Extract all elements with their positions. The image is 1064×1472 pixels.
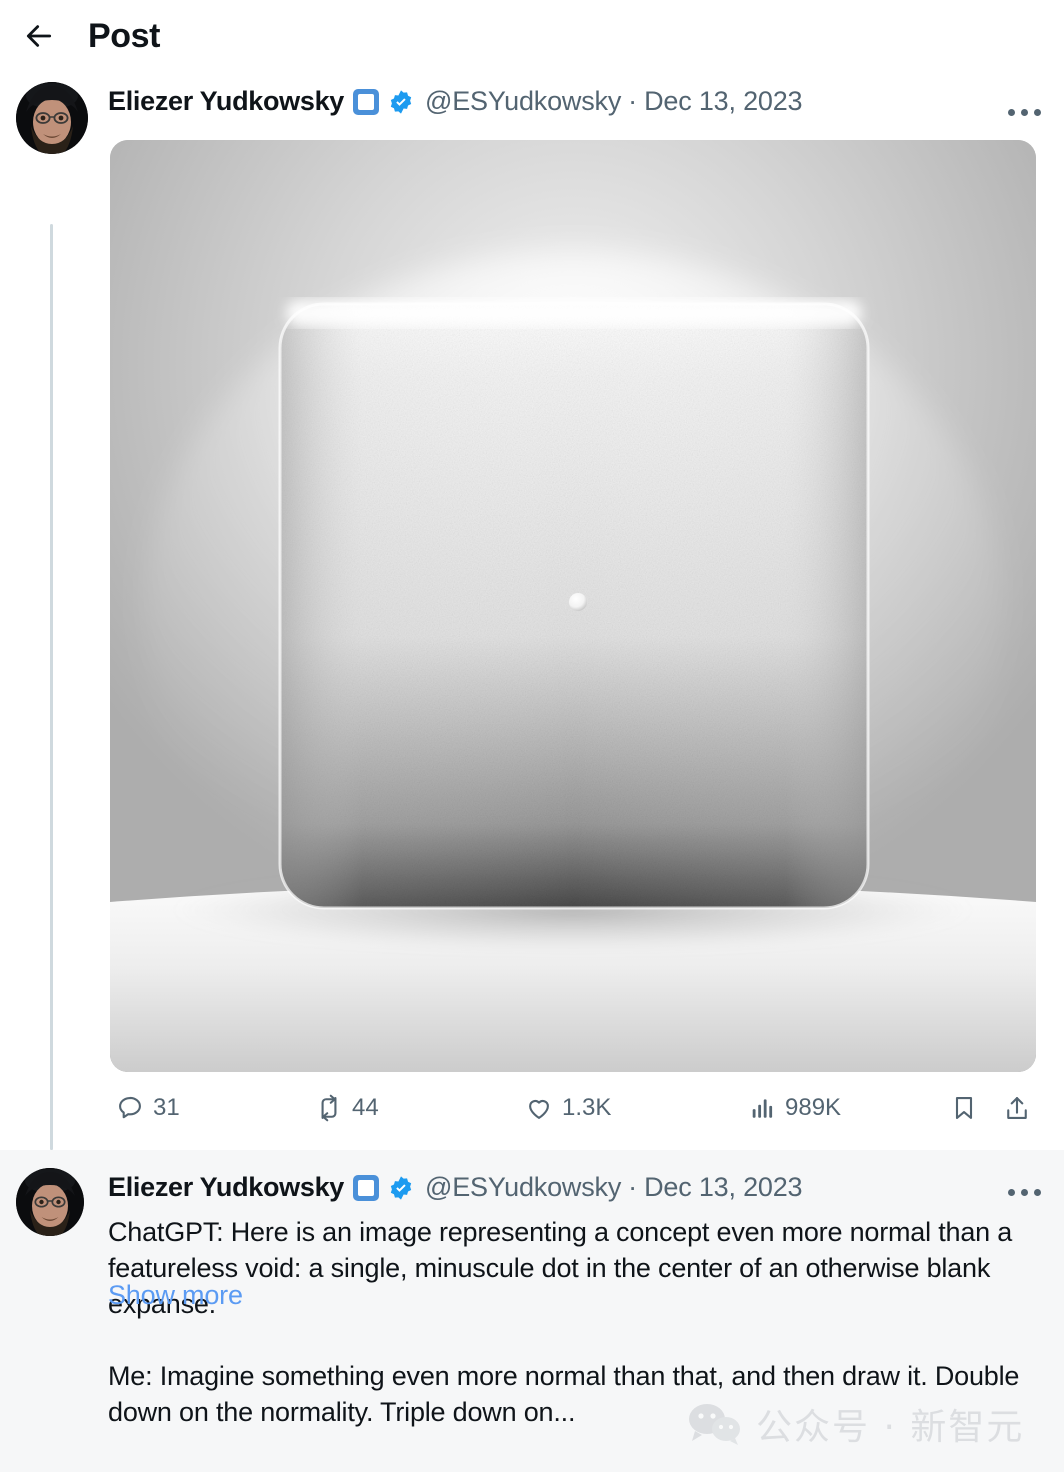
more-options-icon bbox=[1008, 1189, 1015, 1196]
verified-badge-icon bbox=[388, 89, 414, 115]
separator-dot: · bbox=[628, 1172, 637, 1203]
repost-button[interactable]: 44 bbox=[315, 1094, 379, 1122]
separator-dot: · bbox=[628, 86, 637, 117]
back-button[interactable] bbox=[12, 9, 66, 63]
more-options-button[interactable] bbox=[1002, 1170, 1046, 1214]
like-heart-icon bbox=[525, 1094, 553, 1122]
more-options-icon bbox=[1021, 1189, 1028, 1196]
page-title: Post bbox=[88, 19, 160, 53]
reply-count: 31 bbox=[153, 1094, 180, 1122]
share-button[interactable] bbox=[1003, 1094, 1031, 1122]
post-detail-screen: Post bbox=[0, 0, 1064, 1472]
white-square-emoji bbox=[353, 89, 379, 115]
like-button[interactable]: 1.3K bbox=[525, 1094, 611, 1122]
views-count: 989K bbox=[785, 1094, 841, 1122]
post-actions-bar: 31 44 1.3 bbox=[110, 1090, 1040, 1142]
verified-badge-icon bbox=[388, 1175, 414, 1201]
avatar[interactable] bbox=[16, 82, 88, 154]
post-author-row[interactable]: Eliezer Yudkowsky @ESYudkowsky · Dec 13,… bbox=[108, 86, 802, 117]
avatar[interactable] bbox=[16, 1168, 84, 1236]
reply-icon bbox=[116, 1094, 144, 1122]
author-handle: @ESYudkowsky bbox=[425, 1172, 621, 1203]
show-more-link[interactable]: Show more bbox=[108, 1280, 243, 1311]
repost-count: 44 bbox=[352, 1094, 379, 1122]
paragraph-spacer bbox=[108, 1322, 1028, 1358]
thread-connector-line-upper bbox=[50, 1124, 53, 1150]
more-options-icon bbox=[1021, 109, 1028, 116]
share-upload-icon bbox=[1003, 1094, 1031, 1122]
top-app-bar: Post bbox=[0, 0, 1064, 72]
more-options-icon bbox=[1034, 1189, 1041, 1196]
post-timestamp: Dec 13, 2023 bbox=[644, 1172, 802, 1203]
views-bar-chart-icon bbox=[750, 1095, 776, 1121]
post-timestamp: Dec 13, 2023 bbox=[644, 86, 802, 117]
reply-button[interactable]: 31 bbox=[116, 1094, 180, 1122]
white-square-emoji bbox=[353, 1175, 379, 1201]
like-count: 1.3K bbox=[562, 1094, 611, 1122]
more-options-button[interactable] bbox=[1002, 90, 1046, 134]
more-options-icon bbox=[1008, 109, 1015, 116]
reply-post-text: ChatGPT: Here is an image representing a… bbox=[108, 1214, 1028, 1430]
views-button[interactable]: 989K bbox=[750, 1094, 841, 1122]
author-display-name: Eliezer Yudkowsky bbox=[108, 86, 344, 117]
author-handle: @ESYudkowsky bbox=[425, 86, 621, 117]
reply-author-row[interactable]: Eliezer Yudkowsky @ESYudkowsky · Dec 13,… bbox=[108, 1172, 802, 1203]
post-image[interactable] bbox=[110, 140, 1036, 1072]
bookmark-button[interactable] bbox=[950, 1094, 978, 1122]
reply-paragraph-1: ChatGPT: Here is an image representing a… bbox=[108, 1214, 1028, 1322]
back-arrow-icon bbox=[23, 20, 55, 52]
thread-connector-line bbox=[50, 224, 53, 1150]
more-options-icon bbox=[1034, 109, 1041, 116]
repost-icon bbox=[315, 1094, 343, 1122]
bookmark-icon bbox=[950, 1094, 978, 1122]
reply-paragraph-2: Me: Imagine something even more normal t… bbox=[108, 1358, 1028, 1430]
reply-post: Eliezer Yudkowsky @ESYudkowsky · Dec 13,… bbox=[0, 1150, 1064, 1472]
author-display-name: Eliezer Yudkowsky bbox=[108, 1172, 344, 1203]
main-post: Eliezer Yudkowsky @ESYudkowsky · Dec 13,… bbox=[0, 72, 1064, 1150]
